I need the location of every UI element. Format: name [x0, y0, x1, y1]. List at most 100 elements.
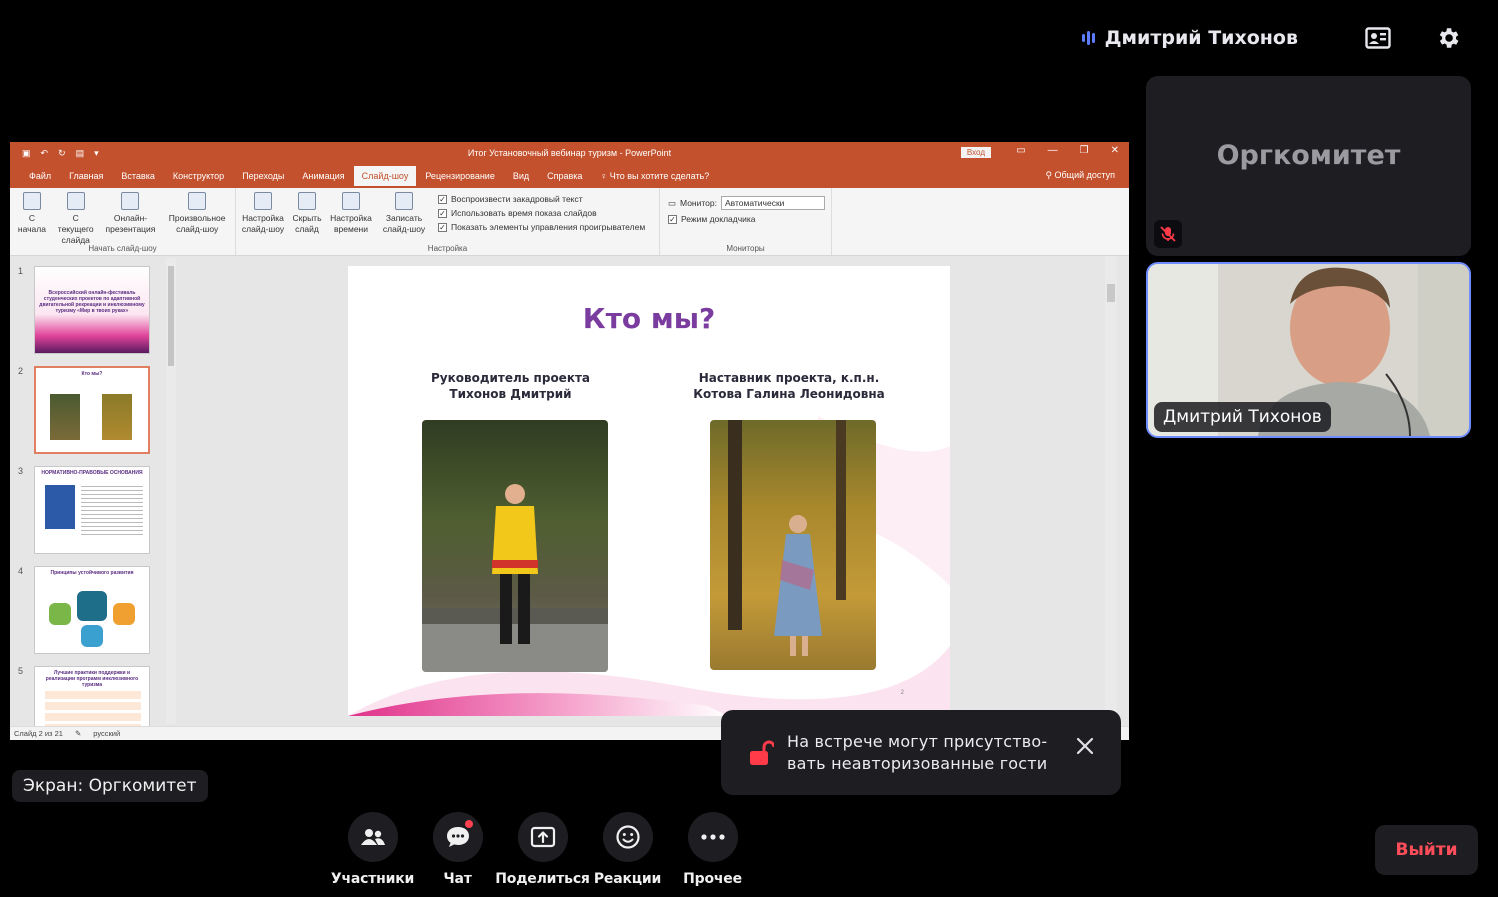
lightbulb-icon: ♀ [600, 171, 610, 181]
ppt-window-controls: ▭ — ❐ ✕ [1016, 145, 1119, 156]
slide-scrollbar [1105, 256, 1117, 726]
toast-close-button[interactable] [1071, 732, 1099, 760]
checkbox-icon: ✓ [668, 214, 677, 224]
ribbon-group-start-slideshow: С начала С текущего слайда Онлайн-презен… [10, 188, 236, 255]
checkbox-use-timings: ✓ Использовать время показа слайдов [438, 208, 597, 218]
thumb-esg-hexagon [77, 591, 107, 621]
thumb-photo [50, 394, 80, 440]
participants-button-circle [347, 812, 398, 862]
share-button[interactable]: Поделиться [495, 812, 590, 887]
slide-thumbnail: Всероссийский онлайн-фестиваль студенчес… [34, 266, 150, 354]
tab-view: Вид [512, 171, 530, 181]
rehearse-timings-icon [342, 192, 360, 210]
participants-label: Участники [330, 871, 415, 887]
participants-button[interactable]: Участники [330, 812, 415, 887]
thumb-title: Лучшие практики поддержки и реализации п… [45, 670, 139, 688]
checkbox-presenter-view: ✓ Режим докладчика [668, 214, 756, 224]
participant-tile-video[interactable]: Дмитрий Тихонов [1146, 262, 1471, 438]
reactions-button[interactable]: Реакции [585, 812, 670, 887]
powerpoint-window: ▣ ↶ ↻ ▤ ▾ Итог Установочный вебинар тури… [10, 142, 1129, 740]
group-label-monitors: Мониторы [726, 244, 765, 253]
spellcheck-icon: ✎ [74, 729, 82, 738]
thumb-number: 1 [18, 266, 24, 276]
left-caption: Руководитель проекта Тихонов Дмитрий [430, 371, 591, 401]
present-online-icon [121, 192, 140, 210]
chat-icon [446, 827, 469, 847]
tab-design: Конструктор [172, 171, 225, 181]
slide-thumbnail: Лучшие практики поддержки и реализации п… [34, 666, 150, 726]
current-slide: Кто мы? Руководитель проекта Тихонов Дми… [348, 266, 950, 716]
thumb-hexagon [113, 603, 135, 625]
thumb-text-block [81, 483, 143, 537]
top-bar: Дмитрий Тихонов [1081, 18, 1468, 58]
share-screen-icon [530, 826, 555, 848]
ppt-login-button: Вход [960, 147, 991, 158]
thumb-list-block [45, 691, 141, 726]
thumb-number: 4 [18, 566, 24, 576]
participants-icon [360, 829, 385, 845]
tab-insert: Вставка [121, 171, 155, 181]
active-speaker: Дмитрий Тихонов [1081, 27, 1298, 49]
active-speaker-name: Дмитрий Тихонов [1104, 27, 1298, 49]
notification-dot [464, 820, 473, 828]
leave-button[interactable]: Выйти [1375, 825, 1478, 875]
monitor-icon: ▭ [668, 197, 677, 208]
slide-editor: Кто мы? Руководитель проекта Тихонов Дми… [180, 256, 1117, 726]
ppt-title-bar: ▣ ↶ ↻ ▤ ▾ Итог Установочный вебинар тури… [10, 142, 1129, 164]
person-figure [728, 420, 846, 656]
slide-title: Кто мы? [582, 302, 716, 335]
reactions-button-circle [602, 812, 653, 862]
photo-project-mentor [710, 420, 876, 670]
participant-tile-orgcommittee[interactable]: Оргкомитет [1146, 76, 1471, 256]
from-beginning-icon [22, 192, 41, 210]
right-caption: Наставник проекта, к.п.н. Котова Галина … [693, 371, 885, 401]
language-indicator: русский [93, 729, 121, 738]
monitor-select: Автоматически [721, 196, 825, 210]
slide-thumbnails: 1 Всероссийский онлайн-фестиваль студенч… [10, 256, 178, 726]
thumb-title: Принципы устойчивого развития [50, 570, 134, 576]
slide-thumbnail-selected: Кто мы? [34, 366, 150, 454]
more-dots-icon [700, 834, 725, 840]
thumb-photo [102, 394, 132, 440]
ppt-ribbon-tabs: Файл Главная Вставка Конструктор Переход… [10, 164, 1129, 188]
participant-name: Оргкомитет [1216, 140, 1401, 171]
layout-button[interactable] [1358, 18, 1398, 58]
tab-animations: Анимация [302, 171, 345, 181]
contact-card-icon [1365, 27, 1391, 49]
settings-button[interactable] [1428, 18, 1468, 58]
mic-muted-indicator [1154, 220, 1182, 248]
thumb-number: 5 [18, 666, 24, 676]
tell-me-box: ♀ Что вы хотите сделать? [600, 171, 710, 181]
person-icon: ⚲ [1045, 170, 1055, 180]
share-label: Поделиться [495, 871, 590, 887]
checkbox-icon: ✓ [438, 222, 447, 232]
restore-icon: ❐ [1079, 145, 1089, 156]
slide-page-number: 2 [900, 690, 904, 696]
thumb-number: 3 [18, 466, 24, 476]
share-button-circle [517, 812, 568, 862]
thumb-number: 2 [18, 366, 24, 376]
more-button[interactable]: Прочее [670, 812, 755, 887]
thumb-title: Всероссийский онлайн-фестиваль студенчес… [39, 290, 145, 314]
custom-slideshow-icon [188, 192, 207, 210]
checkbox-icon: ✓ [438, 194, 447, 204]
tab-file: Файл [29, 171, 52, 181]
hide-slide-icon [298, 192, 316, 210]
ribbon-display-icon: ▭ [1016, 145, 1026, 156]
participant-name-label: Дмитрий Тихонов [1154, 402, 1331, 432]
group-label-setup: Настройка [427, 244, 468, 253]
chat-label: Чат [443, 871, 472, 887]
chat-button[interactable]: Чат [415, 812, 500, 887]
close-icon [1076, 737, 1094, 755]
more-label: Прочее [683, 871, 742, 887]
from-current-icon [66, 192, 85, 210]
record-icon [395, 192, 413, 210]
ribbon-group-monitors: ▭ Монитор: Автоматически ✓ Режим докладчика… [660, 188, 832, 255]
audio-level-icon [1081, 31, 1095, 45]
call-controls: Участники Чат Поделиться Реакции Прочее [330, 812, 755, 887]
setup-slideshow-icon [254, 192, 272, 210]
checkbox-narration: ✓ Воспроизвести закадровый текст [438, 194, 583, 204]
screen-share-label: Экран: Оргкомитет [12, 770, 208, 802]
group-label-start: Начать слайд-шоу [88, 244, 157, 253]
chat-button-circle [432, 812, 483, 862]
